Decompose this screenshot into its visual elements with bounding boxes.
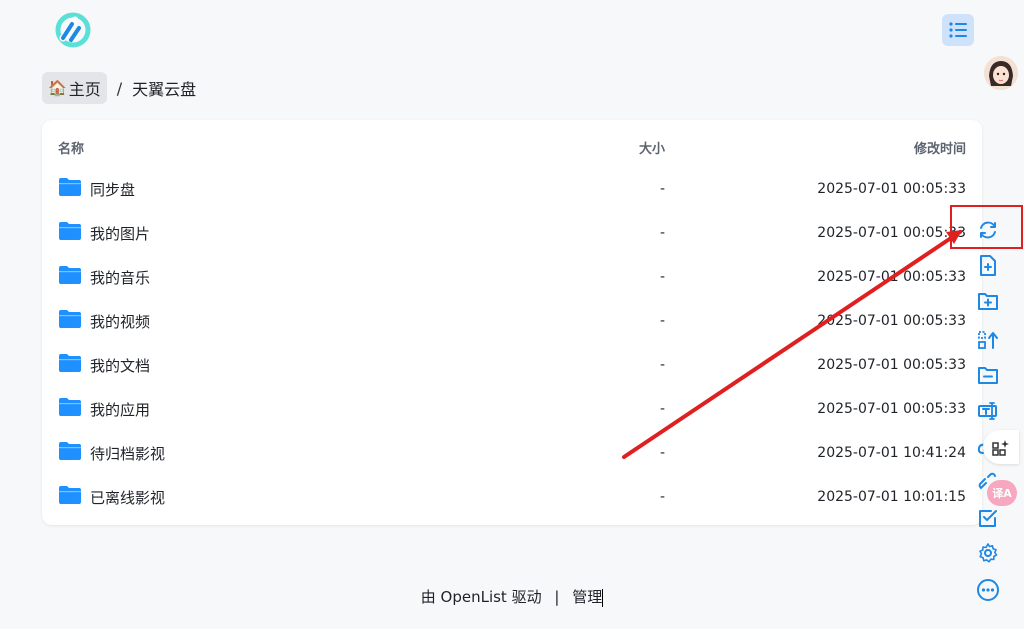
column-header-size[interactable]: 大小: [639, 138, 665, 157]
file-list: 名称 大小 修改时间 同步盘 - 2025-07-01 00:05:33 我的图…: [42, 120, 982, 525]
file-name: 我的音乐: [90, 268, 151, 287]
breadcrumb-home[interactable]: 🏠 主页: [42, 72, 107, 104]
folder-icon: [59, 178, 81, 196]
new-folder-button[interactable]: [969, 286, 1007, 316]
file-modified: 2025-07-01 00:05:33: [817, 313, 966, 329]
footer-powered-by[interactable]: 由 OpenList 驱动: [421, 588, 542, 606]
file-modified: 2025-07-01 10:01:15: [817, 489, 966, 505]
avatar[interactable]: [984, 56, 1018, 90]
folder-icon: [59, 222, 81, 240]
file-name: 我的图片: [90, 224, 151, 243]
folder-icon: [59, 486, 81, 504]
batch-rename-icon: [978, 402, 997, 420]
file-size: -: [660, 489, 666, 505]
table-row[interactable]: 同步盘 - 2025-07-01 00:05:33: [42, 167, 982, 211]
breadcrumb: 🏠 主页 / 天翼云盘: [42, 72, 196, 104]
recursive-move-button[interactable]: [969, 325, 1007, 355]
checkbox-icon: [979, 510, 997, 527]
file-size: -: [660, 269, 666, 285]
breadcrumb-separator: /: [116, 78, 123, 98]
folder-icon: [59, 310, 81, 328]
folder-icon: [59, 266, 81, 284]
file-modified: 2025-07-01 00:05:33: [817, 269, 966, 285]
list-menu-button[interactable]: [942, 14, 974, 46]
settings-button[interactable]: [969, 538, 1007, 568]
file-name: 我的文档: [90, 356, 151, 375]
file-size: -: [660, 445, 666, 461]
floating-grid-button[interactable]: [983, 430, 1019, 464]
annotation-highlight-box: [950, 205, 1023, 249]
translate-label: 译A: [992, 487, 1012, 500]
file-modified: 2025-07-01 00:05:33: [817, 181, 966, 197]
breadcrumb-home-label: 主页: [68, 80, 101, 99]
new-file-icon: [980, 255, 996, 276]
breadcrumb-current[interactable]: 天翼云盘: [132, 76, 196, 100]
file-modified: 2025-07-01 10:41:24: [817, 445, 966, 461]
footer-manage-link[interactable]: 管理: [572, 588, 602, 606]
remove-empty-folder-button[interactable]: [969, 360, 1007, 390]
grid-sparkle-icon: [992, 440, 1009, 456]
file-modified: 2025-07-01 00:05:33: [817, 357, 966, 373]
file-name: 待归档影视: [90, 444, 166, 463]
gear-icon: [979, 543, 998, 563]
folder-icon: [59, 398, 81, 416]
table-row[interactable]: 我的文档 - 2025-07-01 00:05:33: [42, 343, 982, 387]
table-row[interactable]: 待归档影视 - 2025-07-01 10:41:24: [42, 431, 982, 475]
file-name: 已离线影视: [90, 488, 166, 507]
openlist-logo[interactable]: [55, 12, 91, 48]
file-size: -: [660, 181, 666, 197]
new-folder-icon: [978, 293, 998, 310]
remove-empty-folder-icon: [978, 367, 998, 384]
column-header-modified[interactable]: 修改时间: [914, 138, 966, 157]
recursive-move-icon: [978, 331, 998, 349]
translate-button[interactable]: 译A: [987, 480, 1017, 506]
file-modified: 2025-07-01 00:05:33: [817, 225, 966, 241]
footer: 由 OpenList 驱动 | 管理: [0, 586, 1024, 607]
file-modified: 2025-07-01 00:05:33: [817, 401, 966, 417]
file-size: -: [660, 313, 666, 329]
table-row[interactable]: 我的音乐 - 2025-07-01 00:05:33: [42, 255, 982, 299]
text-cursor: [602, 588, 604, 607]
table-row[interactable]: 我的视频 - 2025-07-01 00:05:33: [42, 299, 982, 343]
folder-icon: [59, 354, 81, 372]
folder-icon: [59, 442, 81, 460]
file-name: 我的视频: [90, 312, 151, 331]
new-file-button[interactable]: [969, 251, 1007, 281]
footer-separator: |: [554, 588, 560, 606]
batch-rename-button[interactable]: [969, 396, 1007, 426]
table-row[interactable]: 已离线影视 - 2025-07-01 10:01:15: [42, 475, 982, 519]
home-icon: 🏠: [48, 79, 67, 97]
list-icon: [949, 22, 967, 38]
file-size: -: [660, 225, 666, 241]
file-name: 我的应用: [90, 400, 151, 419]
file-size: -: [660, 357, 666, 373]
file-name: 同步盘: [90, 180, 136, 199]
column-header-name[interactable]: 名称: [58, 138, 84, 157]
file-size: -: [660, 401, 666, 417]
select-button[interactable]: [969, 503, 1007, 533]
table-row[interactable]: 我的图片 - 2025-07-01 00:05:33: [42, 211, 982, 255]
table-row[interactable]: 我的应用 - 2025-07-01 00:05:33: [42, 387, 982, 431]
